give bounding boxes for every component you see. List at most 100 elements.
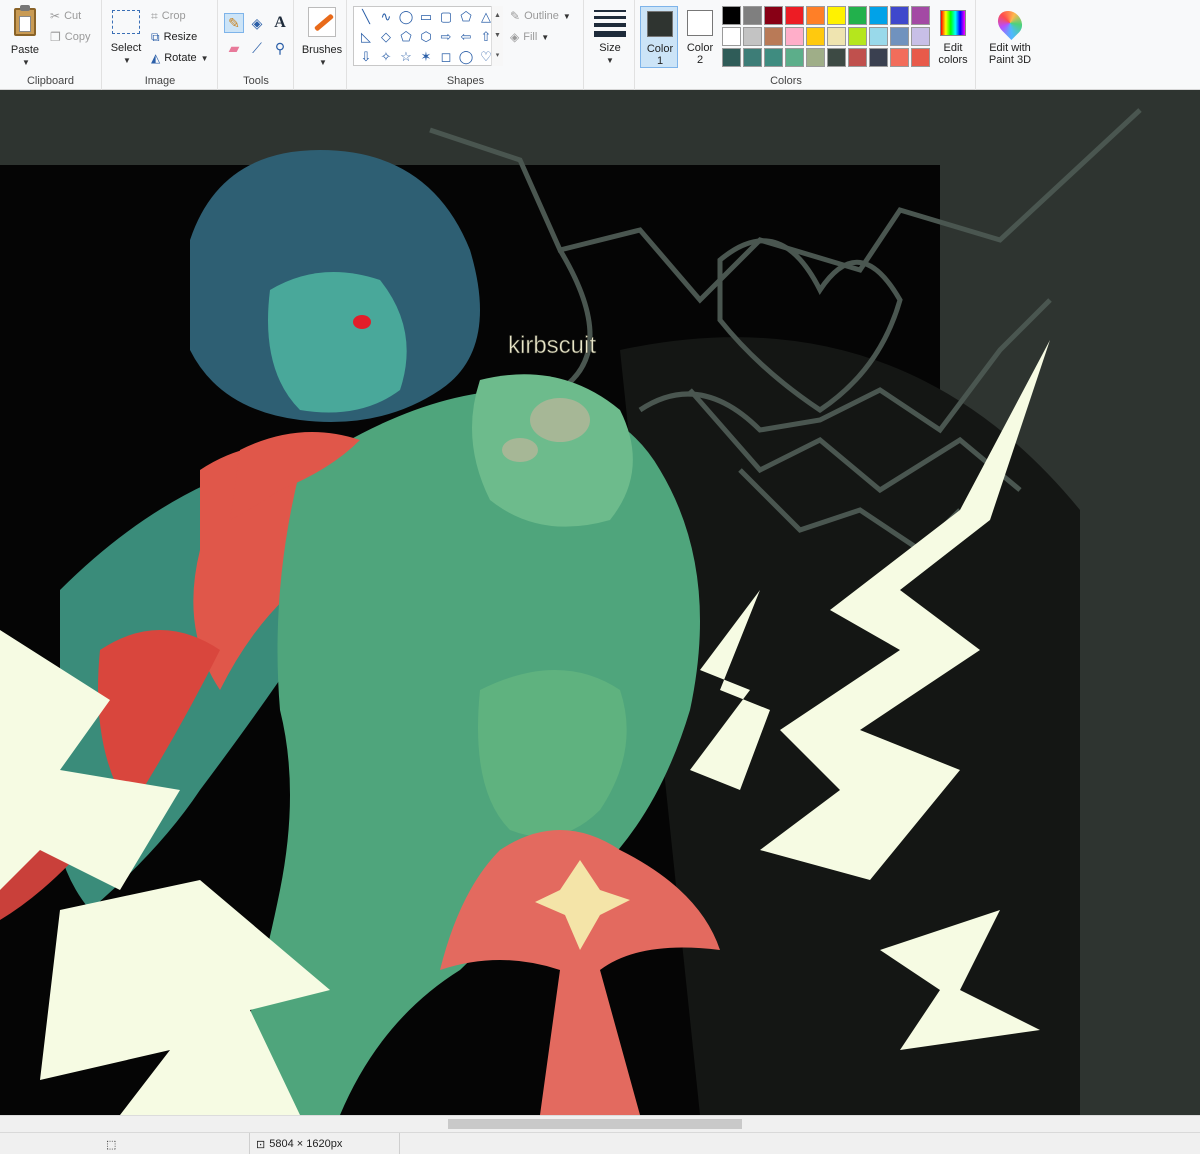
pencil-icon: ✎ — [228, 14, 240, 31]
shape-option[interactable]: ⬡ — [416, 27, 436, 47]
shape-option[interactable]: ∿ — [376, 7, 396, 27]
crop-icon: ⌗ — [151, 8, 158, 23]
color2-button[interactable]: Color 2 — [681, 6, 719, 68]
palette-swatch[interactable] — [806, 6, 825, 25]
shape-option[interactable]: ◺ — [356, 27, 376, 47]
palette-swatch[interactable] — [764, 6, 783, 25]
cut-label: Cut — [64, 10, 82, 22]
shape-option[interactable]: ⬠ — [396, 27, 416, 47]
color2-swatch — [687, 10, 713, 36]
copy-button[interactable]: ❐ Copy — [50, 28, 90, 46]
resize-button[interactable]: ⧉ Resize — [151, 28, 197, 46]
color-picker-tool[interactable]: ⟋ — [247, 38, 267, 58]
eyedropper-icon: ⟋ — [252, 39, 262, 56]
palette-swatch[interactable] — [764, 48, 783, 67]
shape-option[interactable]: ◯ — [456, 47, 476, 67]
size-line-icon — [594, 23, 626, 27]
face-shape — [268, 272, 407, 413]
shape-option[interactable]: ◯ — [396, 7, 416, 27]
text-tool[interactable]: A — [270, 13, 290, 33]
crop-label: Crop — [161, 10, 186, 22]
shape-option[interactable]: ✧ — [376, 47, 396, 67]
paste-button[interactable]: Paste ▼ — [4, 4, 46, 68]
rotate-button[interactable]: ◭ Rotate ▼ — [151, 49, 209, 67]
color1-label-wrap: Color 1 — [641, 43, 679, 67]
palette-swatch[interactable] — [869, 6, 888, 25]
palette-swatch[interactable] — [785, 6, 804, 25]
shape-option[interactable]: ⇨ — [436, 27, 456, 47]
chevron-down-icon: ▼ — [562, 11, 571, 21]
shape-option[interactable]: ╲ — [356, 7, 376, 27]
palette-swatch[interactable] — [827, 48, 846, 67]
palette-swatch[interactable] — [827, 27, 846, 46]
palette-swatch[interactable] — [722, 6, 741, 25]
palette-swatch[interactable] — [743, 6, 762, 25]
shape-option[interactable]: ⬠ — [456, 7, 476, 27]
shape-option[interactable]: ✶ — [416, 47, 436, 67]
selection-marquee-icon — [112, 10, 140, 34]
palette-swatch[interactable] — [722, 27, 741, 46]
palette-swatch[interactable] — [911, 48, 930, 67]
palette-swatch[interactable] — [806, 48, 825, 67]
color2-label-wrap: Color 2 — [681, 42, 719, 66]
palette-swatch[interactable] — [890, 48, 909, 67]
image-size-cell: ⊡ 5804 × 1620px — [250, 1133, 400, 1154]
chevron-down-icon: ▼ — [541, 32, 550, 42]
palette-swatch[interactable] — [890, 6, 909, 25]
palette-swatch[interactable] — [827, 6, 846, 25]
fill-button[interactable]: ◈ Fill ▼ — [510, 28, 549, 46]
outline-label: Outline — [524, 10, 559, 22]
palette-swatch[interactable] — [890, 27, 909, 46]
rotate-label: Rotate — [164, 52, 197, 64]
size-line-icon — [594, 10, 626, 12]
paste-sheet-icon — [19, 16, 31, 32]
size-button[interactable]: Size ▼ — [591, 6, 629, 68]
palette-swatch[interactable] — [743, 48, 762, 67]
palette-swatch[interactable] — [848, 48, 867, 67]
shape-option[interactable]: ◇ — [376, 27, 396, 47]
size-label: Size — [599, 42, 621, 54]
shape-option[interactable]: ⇦ — [456, 27, 476, 47]
magnifier-tool[interactable]: ⚲ — [270, 38, 290, 58]
canvas-size-icon: ⊡ — [256, 1138, 266, 1151]
fill-label: Fill — [523, 31, 538, 43]
color1-button[interactable]: Color 1 — [640, 6, 678, 68]
select-button[interactable]: Select ▼ — [109, 6, 143, 68]
artwork-image[interactable]: kirbscuit — [0, 90, 1200, 1115]
palette-swatch[interactable] — [911, 6, 930, 25]
palette-swatch[interactable] — [743, 27, 762, 46]
shape-option[interactable]: ☆ — [396, 47, 416, 67]
shape-option[interactable]: ▢ — [436, 7, 456, 27]
palette-swatch[interactable] — [869, 27, 888, 46]
shapes-gallery-scroll[interactable]: ▲ ▼ ▾ — [491, 6, 503, 66]
palette-swatch[interactable] — [785, 48, 804, 67]
palette-swatch[interactable] — [911, 27, 930, 46]
outline-button[interactable]: ✎ Outline ▼ — [510, 7, 571, 25]
edit-colors-button[interactable]: Edit colors — [932, 6, 974, 68]
palette-swatch[interactable] — [722, 48, 741, 67]
shape-option[interactable]: ⇩ — [356, 47, 376, 67]
resize-icon: ⧉ — [151, 29, 160, 44]
pencil-tool[interactable]: ✎ — [224, 13, 244, 33]
palette-swatch[interactable] — [848, 6, 867, 25]
shape-option[interactable]: ▭ — [416, 7, 436, 27]
canvas-workspace[interactable]: kirbscuit — [0, 90, 1200, 1115]
size-group: Size ▼ — [585, 0, 635, 90]
crop-button[interactable]: ⌗ Crop — [151, 7, 186, 25]
edit-with-paint3d-button[interactable]: Edit with Paint 3D — [981, 6, 1037, 68]
brushes-button[interactable]: Brushes ▼ — [299, 4, 345, 68]
shape-option[interactable]: ◻ — [436, 47, 456, 67]
palette-swatch[interactable] — [764, 27, 783, 46]
palette-swatch[interactable] — [806, 27, 825, 46]
colors-group: Color 1 Color 2 Edit colors Colors — [636, 0, 976, 90]
scrollbar-thumb[interactable] — [448, 1119, 742, 1129]
palette-swatch[interactable] — [848, 27, 867, 46]
cut-button[interactable]: ✂ Cut — [50, 7, 81, 25]
horizontal-scrollbar[interactable] — [0, 1115, 1200, 1132]
palette-swatch[interactable] — [869, 48, 888, 67]
color1-number: 1 — [656, 55, 664, 67]
watermark-text: kirbscuit — [508, 332, 596, 359]
fill-tool[interactable]: ◈ — [247, 13, 267, 33]
eraser-tool[interactable]: ▰ — [224, 38, 244, 58]
palette-swatch[interactable] — [785, 27, 804, 46]
